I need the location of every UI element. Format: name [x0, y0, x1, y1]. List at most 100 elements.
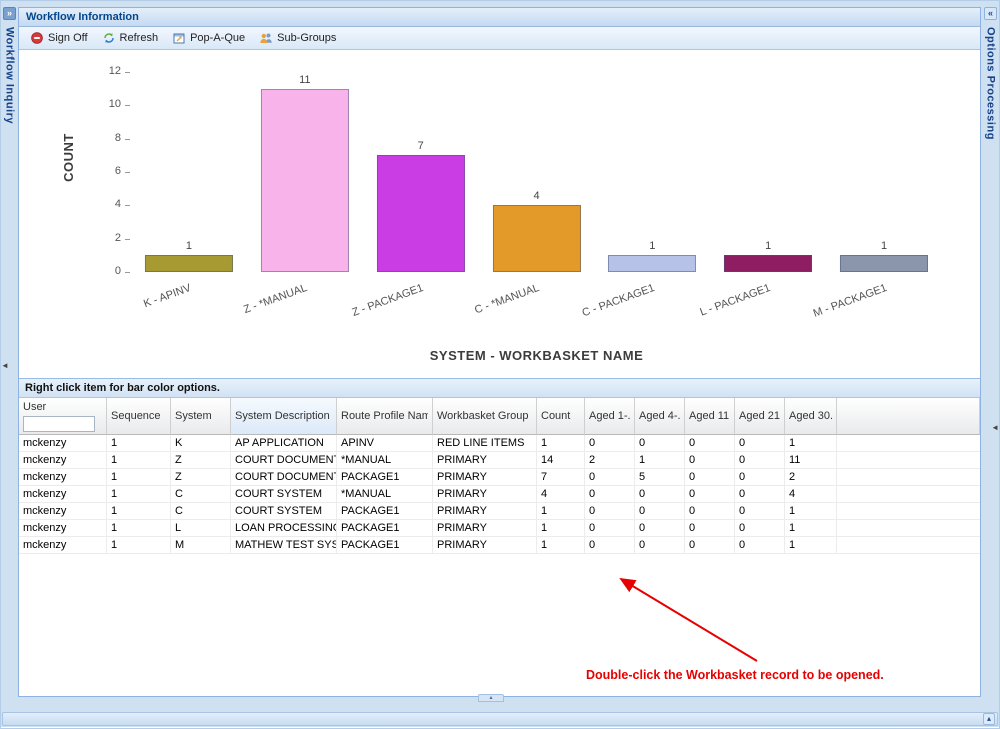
table-cell: K — [171, 435, 231, 452]
table-row[interactable]: mckenzy 1 L LOAN PROCESSING PACKAGE1 PRIMARY 1… — [19, 520, 980, 537]
table-row[interactable]: mckenzy 1 C COURT SYSTEM *MANUAL PRIMARY 4 0 0 0 0… — [19, 486, 980, 503]
panel-title: Workflow Information — [26, 11, 139, 23]
toolbar: Sign Off Refresh Pop-A-Que Sub-Groups — [19, 27, 980, 50]
table-row[interactable]: mckenzy1MMATHEW TEST SYST...PACKAGE1PRIM… — [19, 537, 980, 554]
table-cell: PACKAGE1 — [337, 520, 433, 537]
table-cell: 1 — [107, 537, 171, 554]
right-collapsed-panel[interactable]: « Options Processing — [983, 7, 998, 697]
collapse-right-panel-icon[interactable]: « — [984, 7, 997, 20]
table-cell: COURT DOCUMENTS... — [231, 452, 337, 469]
table-cell: 14 — [537, 452, 585, 469]
table-cell: 0 — [585, 435, 635, 452]
sub-groups-button[interactable]: Sub-Groups — [252, 30, 343, 46]
table-cell: 1 — [107, 452, 171, 469]
grid-hint-bar: Right click item for bar color options. — [19, 378, 980, 398]
table-cell: PRIMARY — [433, 503, 537, 520]
column-header-label: Workbasket Group — [437, 410, 529, 422]
workflow-app: » Workflow Inquiry ◄ « Options Processin… — [0, 0, 1000, 729]
table-row[interactable]: mckenzy1ZCOURT DOCUMENTS...*MANUALPRIMAR… — [19, 452, 980, 469]
table-cell: 0 — [735, 520, 785, 537]
bar-c-manual[interactable] — [492, 205, 581, 272]
table-cell: mckenzy — [19, 486, 107, 503]
table-cell-filler — [837, 486, 980, 503]
column-header-count[interactable]: Count — [537, 398, 585, 435]
x-category-label: Z - *MANUAL — [242, 282, 309, 317]
table-cell: PRIMARY — [433, 452, 537, 469]
column-header-aged-30[interactable]: Aged 30... — [785, 398, 837, 435]
bar-z-package1[interactable] — [376, 155, 465, 272]
column-header-label: Aged 21... — [739, 410, 780, 422]
table-cell: 1 — [785, 537, 837, 554]
bar-value-label: 7 — [417, 140, 424, 153]
table-cell: 0 — [685, 435, 735, 452]
table-cell: 0 — [585, 486, 635, 503]
table-row[interactable]: mckenzy 1 K AP APPLICATION APINV RED LINE ITE… — [19, 435, 980, 452]
table-cell: C — [171, 503, 231, 520]
table-cell: 0 — [585, 469, 635, 486]
pop-a-que-button[interactable]: Pop-A-Que — [165, 30, 252, 46]
bar-k-apinv[interactable] — [144, 255, 233, 272]
expand-south-panel-icon[interactable]: ▴ — [983, 713, 995, 725]
bar-value-label: 1 — [185, 240, 192, 253]
column-header-system[interactable]: System — [171, 398, 231, 435]
column-header-label: Aged 4-... — [639, 410, 680, 422]
bar-m-package1[interactable] — [840, 255, 929, 272]
table-cell: PACKAGE1 — [337, 503, 433, 520]
column-header-aged-4[interactable]: Aged 4-... — [635, 398, 685, 435]
column-header-aged-1[interactable]: Aged 1-... — [585, 398, 635, 435]
south-collapsed-panel[interactable]: ▴ — [2, 712, 998, 726]
table-cell: 2 — [585, 452, 635, 469]
left-collapsed-panel[interactable]: » Workflow Inquiry — [2, 7, 17, 697]
table-cell: M — [171, 537, 231, 554]
horizontal-splitter-handle[interactable]: ▴ — [478, 694, 504, 702]
table-row[interactable]: mckenzy1ZCOURT DOCUMENTS...PACKAGE1PRIMA… — [19, 469, 980, 486]
column-header-label: System — [175, 410, 212, 422]
column-header-route-profile-name[interactable]: Route Profile Name — [337, 398, 433, 435]
table-cell: 1 — [785, 503, 837, 520]
table-cell: 0 — [585, 503, 635, 520]
y-tick-mark — [125, 138, 130, 140]
bar-c-package1[interactable] — [608, 255, 697, 272]
column-header-label: Sequence — [111, 410, 161, 422]
sign-off-button[interactable]: Sign Off — [23, 30, 95, 46]
table-cell: 4 — [537, 486, 585, 503]
table-cell: *MANUAL — [337, 452, 433, 469]
column-header-aged-11[interactable]: Aged 11... — [685, 398, 735, 435]
table-cell: LOAN PROCESSING — [231, 520, 337, 537]
user-filter-input[interactable] — [23, 416, 95, 432]
bar-l-package1[interactable] — [724, 255, 813, 272]
refresh-label: Refresh — [119, 32, 159, 44]
column-header-workbasket-group[interactable]: Workbasket Group — [433, 398, 537, 435]
table-row[interactable]: mckenzy 1 C COURT SYSTEM PACKAGE1 PRIMARY 1 0 0 0… — [19, 503, 980, 520]
table-cell: 0 — [685, 537, 735, 554]
right-splitter-collapse-icon[interactable]: ◄ — [991, 424, 999, 432]
bar-value-label: 1 — [765, 240, 772, 253]
table-cell: 0 — [735, 537, 785, 554]
table-cell: 1 — [785, 520, 837, 537]
workbasket-grid: User Sequence System System Description▲ Rou… — [19, 398, 980, 696]
y-tick-label: 2 — [114, 231, 121, 244]
table-cell: 2 — [785, 469, 837, 486]
table-cell: 0 — [635, 520, 685, 537]
pop-a-que-icon — [172, 32, 186, 44]
table-cell: 7 — [537, 469, 585, 486]
refresh-button[interactable]: Refresh — [95, 30, 166, 46]
column-header-system-description[interactable]: System Description▲ — [231, 398, 337, 435]
y-tick-mark — [125, 238, 130, 240]
table-cell: 0 — [635, 537, 685, 554]
expand-left-panel-icon[interactable]: » — [3, 7, 16, 20]
table-cell: 0 — [735, 503, 785, 520]
sub-groups-label: Sub-Groups — [277, 32, 337, 44]
column-header-user[interactable]: User — [19, 398, 107, 435]
column-header-aged-21[interactable]: Aged 21... — [735, 398, 785, 435]
bar-z-manual[interactable] — [260, 88, 349, 272]
table-cell: Z — [171, 469, 231, 486]
column-header-sequence[interactable]: Sequence — [107, 398, 171, 435]
left-splitter-collapse-icon[interactable]: ◄ — [1, 362, 9, 370]
table-cell: mckenzy — [19, 435, 107, 452]
table-cell: COURT SYSTEM — [231, 503, 337, 520]
table-cell: mckenzy — [19, 503, 107, 520]
column-header-label: System Description▲ — [235, 410, 330, 422]
table-cell: PRIMARY — [433, 537, 537, 554]
table-cell: COURT SYSTEM — [231, 486, 337, 503]
